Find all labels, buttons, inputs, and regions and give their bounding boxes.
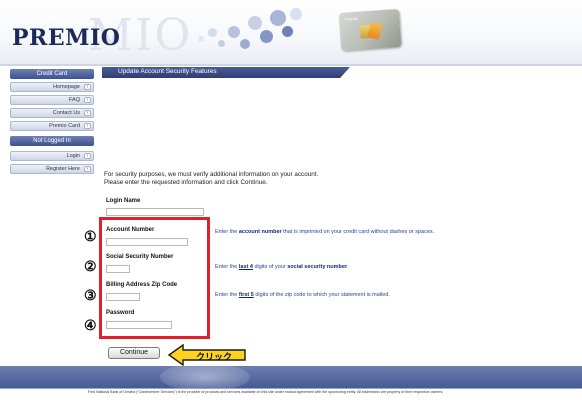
- zip-first5-link[interactable]: first 5: [239, 292, 254, 298]
- sidebar-section-not-logged-in: Not Logged In: [10, 136, 94, 146]
- sidebar-item-label: Premio Card: [49, 123, 80, 129]
- footer-disclaimer: First National Bank of Omaha ("Cardmembe…: [88, 390, 444, 394]
- intro-line-1: For security purposes, we must verify ad…: [104, 171, 319, 178]
- login-name-label: Login Name: [106, 198, 141, 204]
- help-text: that is imprinted on your credit card wi…: [281, 229, 435, 235]
- intro-text: For security purposes, we must verify ad…: [104, 171, 404, 187]
- sidebar-item-premio-card[interactable]: Premio Card ›: [10, 121, 94, 131]
- credit-card-image: Premio: [338, 8, 402, 52]
- chevron-right-icon: ›: [84, 153, 91, 159]
- sidebar-item-faq[interactable]: FAQ ›: [10, 95, 94, 105]
- chevron-right-icon: ›: [84, 84, 91, 90]
- sidebar-section-credit-card: Credit Card: [10, 69, 94, 79]
- help-text: .: [347, 264, 349, 270]
- help-text: Enter the: [215, 292, 239, 298]
- sidebar-item-homepage[interactable]: Homepage ›: [10, 82, 94, 92]
- page-title-bar: Update Account Security Features: [102, 67, 350, 78]
- help-bold: social security number: [287, 264, 348, 270]
- highlight-box: [99, 217, 210, 339]
- account-number-help: Enter the account number that is imprint…: [215, 229, 515, 236]
- sidebar-item-contact-us[interactable]: Contact Us ›: [10, 108, 94, 118]
- help-text: digits of your: [252, 264, 288, 270]
- marker-2: ②: [84, 258, 97, 274]
- footer-decoration: [160, 363, 250, 391]
- footer-band: [0, 366, 582, 388]
- marker-3: ③: [84, 287, 97, 303]
- header: MIO PREMIO Premio: [0, 0, 582, 64]
- sidebar-item-label: Register Here: [46, 166, 80, 172]
- card-label: Premio: [345, 15, 359, 22]
- ssn-help: Enter the last 4 digits of your social s…: [215, 264, 515, 271]
- zip-code-help: Enter the first 5 digits of the zip code…: [215, 292, 515, 299]
- sidebar-item-register-here[interactable]: Register Here ›: [10, 164, 94, 174]
- sidebar-item-label: FAQ: [68, 97, 80, 103]
- chevron-right-icon: ›: [84, 97, 91, 103]
- chevron-right-icon: ›: [84, 123, 91, 129]
- help-text: Enter the: [215, 264, 239, 270]
- sidebar-item-label: Homepage: [53, 84, 80, 90]
- decorative-dots: [196, 6, 306, 54]
- login-name-field[interactable]: [106, 208, 204, 216]
- sidebar-item-login[interactable]: Login ›: [10, 151, 94, 161]
- continue-button[interactable]: Continue: [108, 347, 160, 359]
- marker-1: ①: [84, 228, 97, 244]
- ssn-last4-link[interactable]: last 4: [239, 264, 253, 270]
- marker-4: ④: [84, 317, 97, 333]
- page-title: Update Account Security Features: [118, 68, 217, 75]
- chevron-right-icon: ›: [84, 166, 91, 172]
- sidebar-item-label: Login: [66, 153, 80, 159]
- premio-logo: PREMIO: [12, 25, 121, 51]
- help-text: digits of the zip code to which your sta…: [253, 292, 390, 298]
- callout-label: クリック: [196, 353, 233, 363]
- help-bold: account number: [238, 229, 282, 235]
- help-text: Enter the: [215, 229, 239, 235]
- sidebar-item-label: Contact Us: [52, 110, 80, 116]
- card-chip: [359, 24, 377, 39]
- page: MIO PREMIO Premio Credit Card Homepage ›…: [0, 0, 582, 405]
- intro-line-2: Please enter the requested information a…: [104, 179, 268, 186]
- chevron-right-icon: ›: [84, 110, 91, 116]
- footer-divider: [0, 388, 582, 389]
